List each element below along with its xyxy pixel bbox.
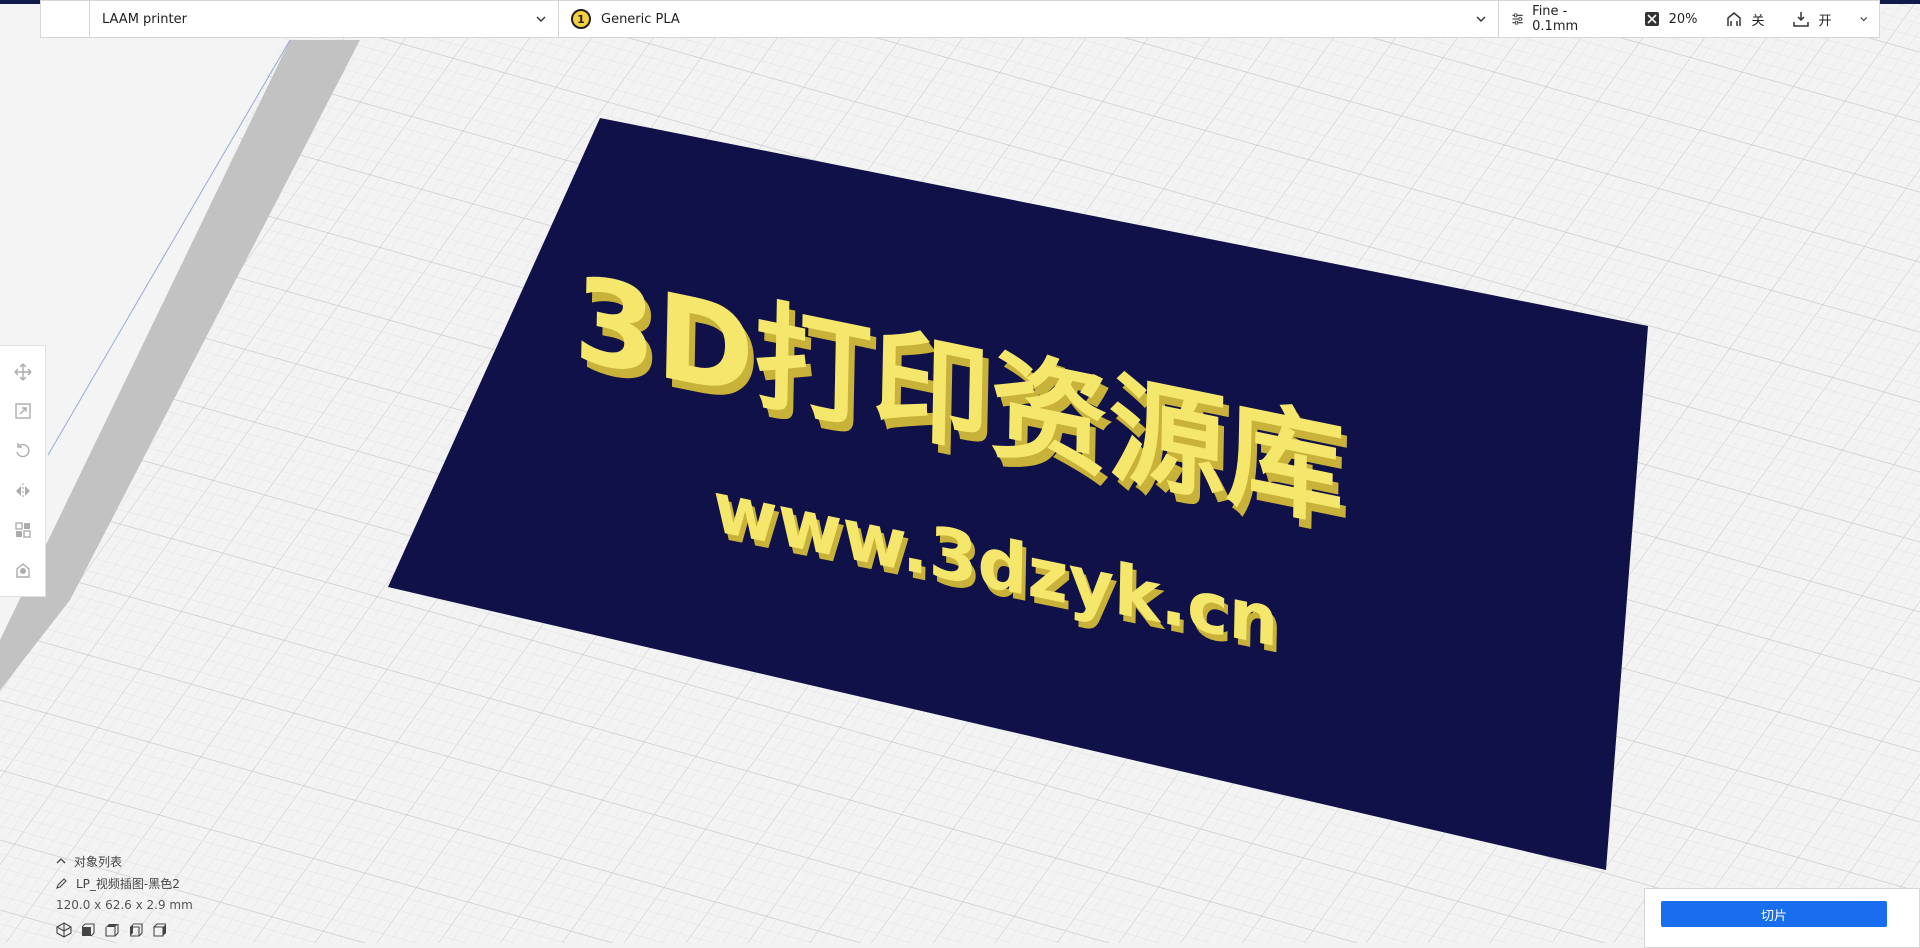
material-selector[interactable]: 1 Generic PLA (559, 1, 1499, 37)
print-settings-selector[interactable]: Fine - 0.1mm 20% 关 开 (1499, 1, 1879, 37)
chevron-down-icon (1476, 16, 1486, 22)
support-icon (1727, 12, 1742, 26)
infill-icon (1644, 12, 1659, 26)
chevron-up-icon (56, 858, 66, 864)
object-name: LP_视频插图-黑色2 (76, 876, 180, 891)
mirror-tool-icon[interactable] (12, 480, 34, 502)
support-setting: 关 (1725, 10, 1764, 29)
view-front-icon[interactable] (80, 922, 96, 938)
slice-button[interactable]: 切片 (1661, 901, 1887, 927)
tool-panel (0, 345, 46, 597)
material-name: Generic PLA (601, 11, 680, 27)
infill-label: 20% (1668, 11, 1698, 27)
header-bar: LAAM printer 1 Generic PLA Fine - 0.1mm … (40, 0, 1880, 38)
view-left-icon[interactable] (128, 922, 144, 938)
pencil-icon (56, 878, 67, 889)
extruder-badge: 1 (571, 9, 591, 29)
profile-setting: Fine - 0.1mm (1511, 4, 1595, 34)
support-blocker-icon[interactable] (12, 559, 34, 581)
rotate-tool-icon[interactable] (12, 440, 34, 462)
printer-selector[interactable]: LAAM printer (89, 1, 559, 37)
adhesion-setting: 开 (1792, 10, 1832, 29)
3d-viewport[interactable]: 3D打印资源库 3D打印资源库 www.3dzyk.cn www.3dzyk.c… (0, 0, 1920, 943)
object-list-panel: 对象列表 LP_视频插图-黑色2 120.0 x 62.6 x 2.9 mm (56, 850, 193, 938)
scale-tool-icon[interactable] (12, 400, 34, 422)
object-list-toggle[interactable]: 对象列表 (56, 850, 193, 872)
object-list-title: 对象列表 (74, 854, 123, 869)
object-row[interactable]: LP_视频插图-黑色2 (56, 872, 193, 894)
sliders-icon (1512, 13, 1523, 25)
view-3d-icon[interactable] (56, 922, 72, 938)
object-dimensions: 120.0 x 62.6 x 2.9 mm (56, 898, 193, 912)
chevron-down-icon (1859, 17, 1867, 22)
chevron-down-icon (536, 16, 546, 22)
printer-name: LAAM printer (102, 11, 187, 27)
view-top-icon[interactable] (104, 922, 120, 938)
infill-setting: 20% (1643, 10, 1698, 28)
material-info: 1 Generic PLA (571, 9, 680, 29)
slice-panel: 切片 (1644, 888, 1920, 948)
view-right-icon[interactable] (152, 922, 168, 938)
adhesion-icon (1793, 12, 1810, 27)
profile-label: Fine - 0.1mm (1532, 4, 1579, 34)
per-model-settings-icon[interactable] (12, 519, 34, 541)
view-orientation-bar (56, 922, 193, 938)
support-label: 关 (1751, 13, 1765, 29)
move-tool-icon[interactable] (12, 361, 34, 383)
adhesion-label: 开 (1818, 13, 1832, 29)
